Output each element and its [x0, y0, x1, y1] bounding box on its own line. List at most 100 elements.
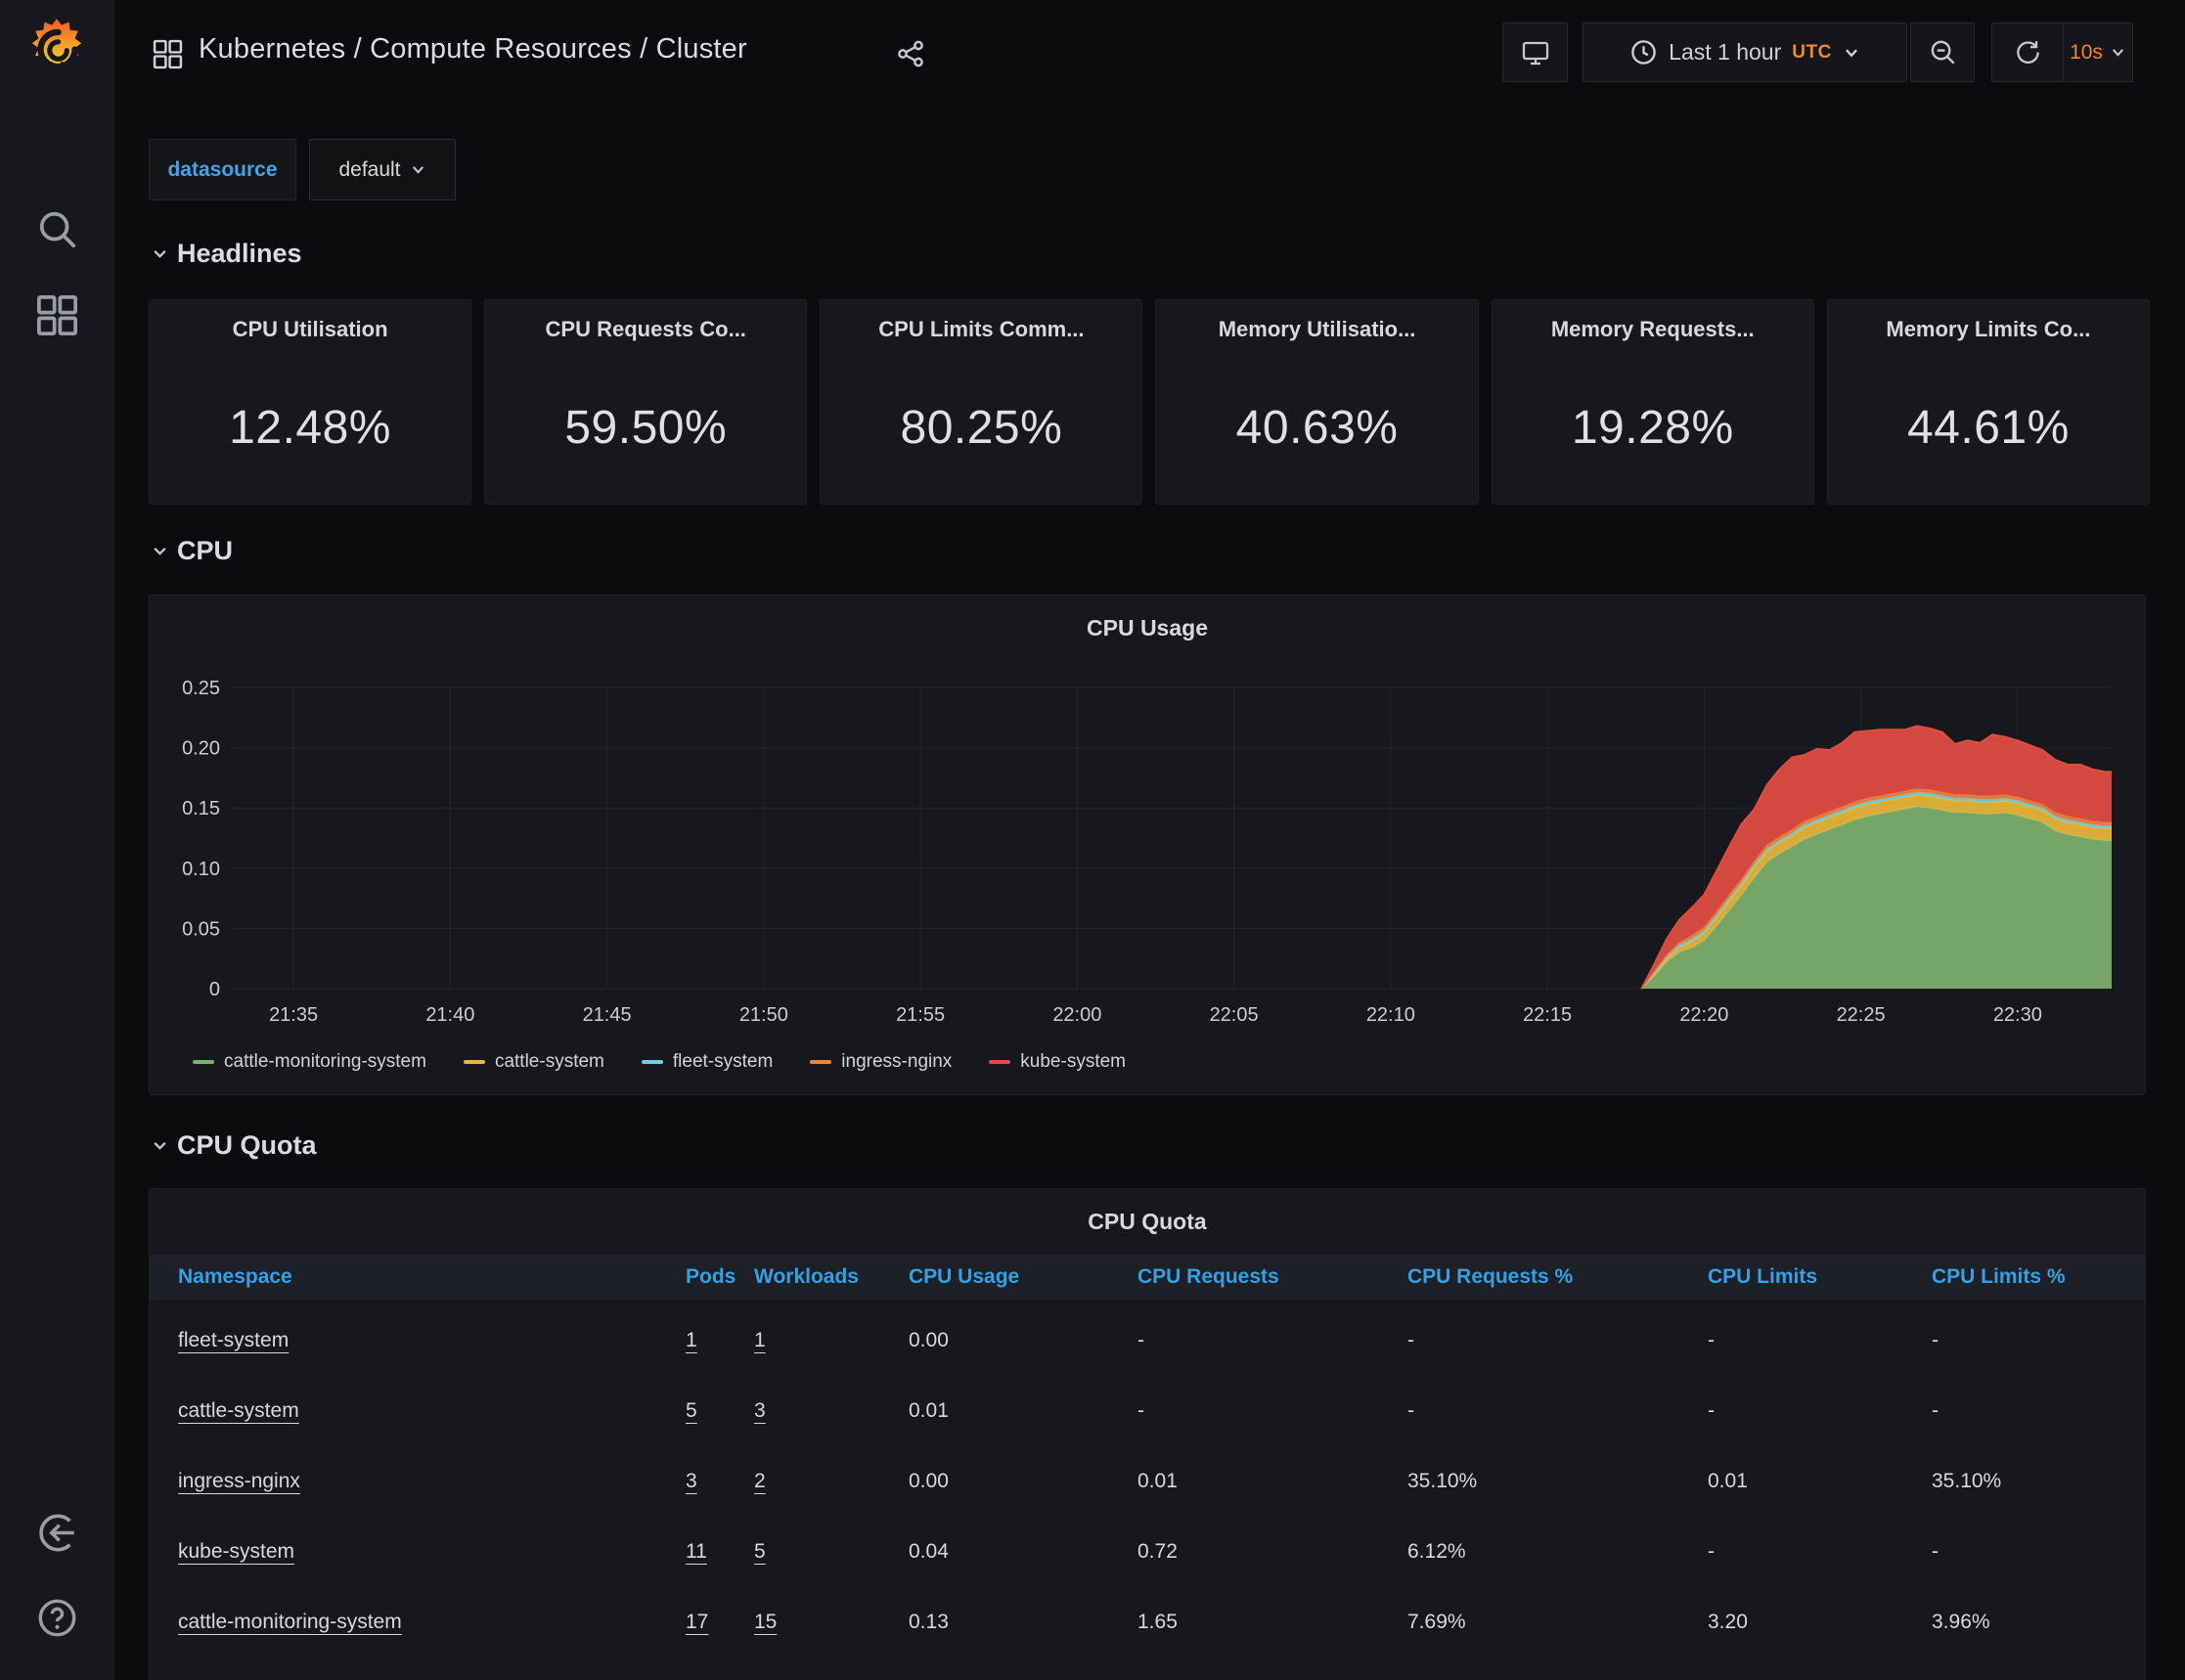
table-cell-value: -	[1407, 1399, 1414, 1422]
namespace-link[interactable]: ingress-nginx	[178, 1470, 300, 1492]
stat-panel: Memory Limits Co...44.61%	[1827, 299, 2150, 505]
legend-item[interactable]: ingress-nginx	[810, 1051, 952, 1073]
section-header-cpu[interactable]: CPU	[152, 533, 233, 568]
refresh-button[interactable]	[1992, 23, 2063, 81]
stat-panel-title[interactable]: CPU Limits Comm...	[821, 317, 1141, 342]
table-cell-value: 0.04	[909, 1540, 949, 1563]
chevron-down-icon	[152, 245, 168, 262]
table-cell-value: -	[1932, 1329, 1939, 1351]
dashboard-title[interactable]: Kubernetes / Compute Resources / Cluster	[199, 33, 747, 66]
table-row: ingress-nginx320.000.0135.10%0.0135.10%	[150, 1446, 2145, 1517]
section-header-headlines[interactable]: Headlines	[152, 236, 302, 271]
section-header-cpu-quota[interactable]: CPU Quota	[152, 1127, 317, 1163]
legend-item[interactable]: cattle-monitoring-system	[193, 1051, 426, 1073]
legend-series-swatch	[810, 1060, 831, 1064]
column-header[interactable]: CPU Limits %	[1932, 1265, 2117, 1289]
stat-panel-title[interactable]: CPU Requests Co...	[485, 317, 806, 342]
refresh-interval-dropdown[interactable]: 10s	[2063, 23, 2132, 81]
workloads-link[interactable]: 2	[754, 1470, 766, 1492]
table-row: kube-system1150.040.726.12%--	[150, 1517, 2145, 1587]
pods-link[interactable]: 11	[686, 1540, 707, 1563]
column-header[interactable]: CPU Requests %	[1407, 1265, 1708, 1289]
svg-text:22:25: 22:25	[1837, 1004, 1886, 1026]
pods-link[interactable]: 3	[686, 1470, 697, 1492]
time-range-picker[interactable]: Last 1 hour UTC	[1583, 22, 1907, 82]
time-range-label: Last 1 hour	[1669, 39, 1781, 66]
svg-text:21:35: 21:35	[269, 1004, 318, 1026]
stat-panel-title[interactable]: Memory Limits Co...	[1828, 317, 2149, 342]
svg-text:0.05: 0.05	[182, 918, 220, 940]
section-title: CPU Quota	[177, 1130, 317, 1161]
dashboards-icon[interactable]	[36, 294, 78, 336]
table-cell-value: 3.20	[1708, 1611, 1748, 1633]
legend-series-swatch	[464, 1060, 485, 1064]
svg-text:22:00: 22:00	[1052, 1004, 1101, 1026]
legend-item[interactable]: cattle-system	[464, 1051, 604, 1073]
column-header[interactable]: Pods	[686, 1265, 754, 1289]
stat-panel-title[interactable]: Memory Utilisatio...	[1156, 317, 1477, 342]
svg-text:21:55: 21:55	[896, 1004, 945, 1026]
table-cell-value: 0.13	[909, 1611, 949, 1633]
table-cell-value: 0.00	[909, 1470, 949, 1492]
svg-text:0.10: 0.10	[182, 859, 220, 880]
table-cell-value: 0.01	[1137, 1470, 1178, 1492]
svg-text:21:40: 21:40	[425, 1004, 474, 1026]
column-header[interactable]: CPU Usage	[909, 1265, 1137, 1289]
variable-value-dropdown[interactable]: default	[309, 139, 456, 200]
cpu-quota-panel: CPU Quota NamespacePodsWorkloadsCPU Usag…	[149, 1188, 2146, 1680]
svg-text:22:20: 22:20	[1679, 1004, 1728, 1026]
kiosk-mode-button[interactable]	[1502, 22, 1568, 82]
stat-panel-value: 40.63%	[1156, 401, 1477, 455]
column-header[interactable]: Workloads	[754, 1265, 909, 1289]
chart-legend: cattle-monitoring-system cattle-system fle…	[193, 1051, 1126, 1073]
refresh-controls: 10s	[1991, 22, 2133, 82]
table-body: fleet-system110.00----cattle-system530.0…	[150, 1305, 2145, 1658]
table-cell-value: 6.12%	[1407, 1540, 1466, 1563]
namespace-link[interactable]: kube-system	[178, 1540, 294, 1563]
stat-panel: CPU Utilisation12.48%	[149, 299, 471, 505]
table-cell-value: 0.00	[909, 1329, 949, 1351]
timezone-label: UTC	[1792, 42, 1832, 64]
sign-out-icon[interactable]	[36, 1512, 78, 1554]
pods-link[interactable]: 5	[686, 1399, 697, 1422]
legend-series-label: cattle-monitoring-system	[224, 1051, 426, 1073]
table-cell-value: -	[1708, 1329, 1715, 1351]
namespace-link[interactable]: cattle-monitoring-system	[178, 1611, 402, 1633]
stat-panel-value: 59.50%	[485, 401, 806, 455]
search-icon[interactable]	[36, 208, 78, 250]
workloads-link[interactable]: 5	[754, 1540, 766, 1563]
clock-icon	[1629, 38, 1658, 66]
cpu-usage-panel: 00.050.100.150.200.2521:3521:4021:4521:5…	[149, 595, 2146, 1095]
svg-text:21:50: 21:50	[739, 1004, 788, 1026]
zoom-out-icon	[1929, 38, 1957, 66]
legend-item[interactable]: kube-system	[989, 1051, 1126, 1073]
namespace-link[interactable]: cattle-system	[178, 1399, 299, 1422]
panel-title-cpu-usage[interactable]: CPU Usage	[150, 615, 2145, 641]
workloads-link[interactable]: 3	[754, 1399, 766, 1422]
namespace-link[interactable]: fleet-system	[178, 1329, 289, 1351]
legend-series-label: kube-system	[1020, 1051, 1126, 1073]
table-cell-value: -	[1137, 1329, 1144, 1351]
stat-panel-title[interactable]: CPU Utilisation	[150, 317, 470, 342]
stat-panel-title[interactable]: Memory Requests...	[1493, 317, 1813, 342]
workloads-link[interactable]: 1	[754, 1329, 766, 1351]
pods-link[interactable]: 17	[686, 1611, 708, 1633]
apps-icon	[153, 39, 183, 69]
workloads-link[interactable]: 15	[754, 1611, 777, 1633]
table-cell-value: 0.01	[909, 1399, 949, 1422]
pods-link[interactable]: 1	[686, 1329, 697, 1351]
column-header[interactable]: Namespace	[178, 1265, 686, 1289]
zoom-out-button[interactable]	[1910, 22, 1975, 82]
legend-item[interactable]: fleet-system	[642, 1051, 773, 1073]
variable-label-datasource[interactable]: datasource	[149, 139, 296, 200]
section-title: Headlines	[177, 239, 302, 269]
table-cell-value: -	[1932, 1399, 1939, 1422]
help-icon[interactable]	[36, 1597, 78, 1639]
panel-title-cpu-quota[interactable]: CPU Quota	[150, 1209, 2145, 1235]
svg-text:0.25: 0.25	[182, 678, 220, 699]
column-header[interactable]: CPU Requests	[1137, 1265, 1407, 1289]
table-cell-value: 35.10%	[1932, 1470, 2001, 1492]
column-header[interactable]: CPU Limits	[1708, 1265, 1932, 1289]
share-icon[interactable]	[895, 38, 926, 69]
grafana-logo-icon[interactable]	[24, 17, 89, 81]
